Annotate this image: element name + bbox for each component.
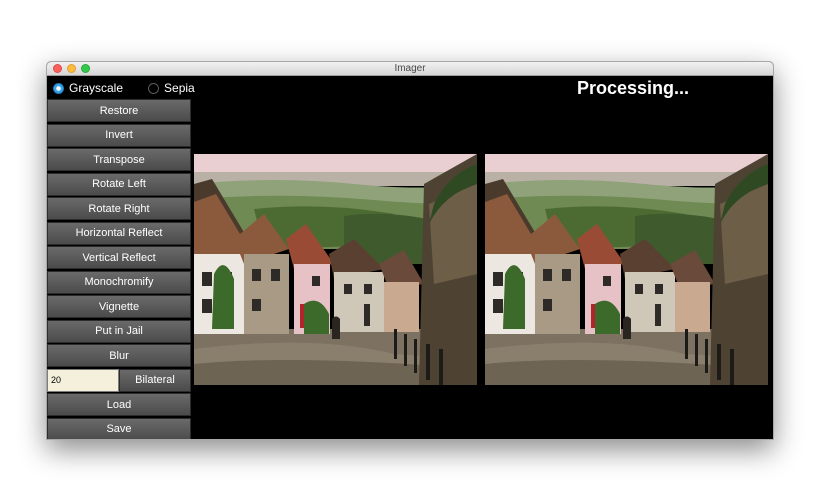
zoom-icon[interactable] [81,64,90,73]
window-title: Imager [394,63,426,74]
transpose-button[interactable]: Transpose [47,148,191,171]
grayscale-label: Grayscale [69,81,124,95]
window-controls [53,64,90,73]
grayscale-radio-dot[interactable] [53,82,64,94]
blur-button[interactable]: Blur [47,344,191,367]
filter-radio-group: Grayscale Sepia [47,77,207,99]
operations-sidebar: Restore Invert Transpose Rotate Left Rot… [47,99,192,439]
save-button[interactable]: Save [47,417,191,439]
invert-button[interactable]: Invert [47,123,191,147]
bilateral-row: Bilateral [47,368,191,392]
sepia-radio-dot[interactable] [148,82,160,94]
village-street-photo-processed [485,154,768,385]
grayscale-radio[interactable]: Grayscale [53,81,123,95]
horizontal-reflect-button[interactable]: Horizontal Reflect [47,221,191,245]
bilateral-button[interactable]: Bilateral [119,368,191,392]
load-button[interactable]: Load [47,393,191,416]
title-bar: Imager [47,62,773,76]
monochromify-button[interactable]: Monochromify [47,270,191,294]
sepia-label: Sepia [164,81,195,95]
original-image [194,154,477,385]
vignette-button[interactable]: Vignette [47,295,191,318]
imager-window: Imager Grayscale Sepia Restore Invert Tr… [46,61,774,440]
minimize-icon[interactable] [67,64,76,73]
village-street-photo [194,154,477,385]
bilateral-radius-input[interactable] [47,368,119,392]
close-icon[interactable] [53,64,62,73]
put-in-jail-button[interactable]: Put in Jail [47,319,191,343]
sepia-radio[interactable]: Sepia [148,81,195,95]
processed-image [485,154,768,385]
restore-button[interactable]: Restore [47,99,191,122]
vertical-reflect-button[interactable]: Vertical Reflect [47,246,191,269]
rotate-left-button[interactable]: Rotate Left [47,172,191,196]
processing-status: Processing... [577,78,690,98]
rotate-right-button[interactable]: Rotate Right [47,197,191,220]
